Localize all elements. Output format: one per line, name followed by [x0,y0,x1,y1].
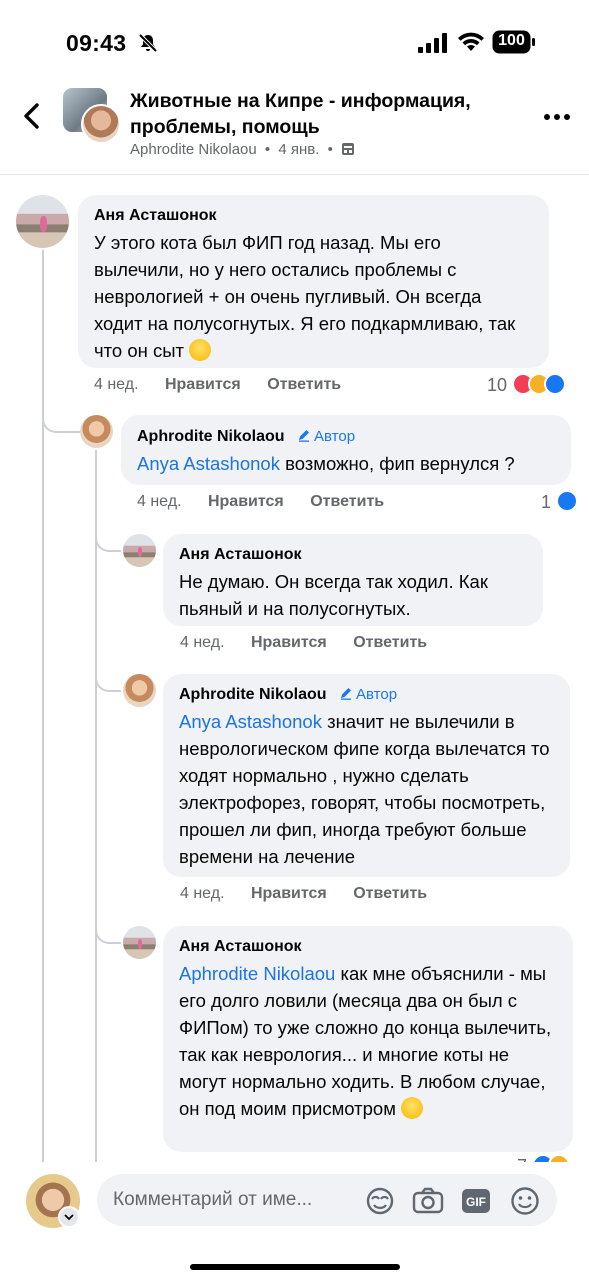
author-name[interactable]: Aphrodite Nikolaou [179,686,327,703]
reply-button[interactable]: Ответить [310,493,384,510]
comment-text: Aphrodite Nikolaou как мне объяснили - м… [179,960,559,1122]
avatar-sticker-icon[interactable] [363,1186,397,1216]
svg-text:GIF: GIF [466,1195,486,1209]
comment-text: У этого кота был ФИП год назад. Мы его в… [94,229,535,364]
like-button[interactable]: Нравится [165,376,241,393]
home-indicator [190,1264,400,1270]
author-badge: Автор [297,428,355,445]
comment-composer: Комментарий от име... GIF [0,1162,589,1280]
comment-time: 4 нед. [94,376,139,393]
reply-button[interactable]: Ответить [353,885,427,902]
bell-muted-icon [138,33,158,53]
mention-link[interactable]: Aphrodite Nikolaou [179,963,335,984]
author-badge-label: Автор [314,428,356,445]
reply-button[interactable]: Ответить [353,634,427,651]
reaction-count: 1 [541,492,552,512]
comment-text: Anya Astashonok возможно, фип вернулся ? [137,450,557,477]
comment-author: Aphrodite Nikolaou Автор [179,684,556,706]
thread-connector [95,920,121,944]
commenter-avatar[interactable] [16,195,69,248]
comment-author[interactable]: Аня Асташонок [94,205,535,227]
thread-connector [42,395,80,433]
comment-bubble: Aphrodite Nikolaou Автор Anya Astashonok… [163,674,570,877]
comment-body: значит не вылечили в неврологическом фип… [179,711,550,867]
smile-emoji-icon [401,1097,424,1119]
comment-input[interactable]: Комментарий от име... GIF [97,1174,557,1226]
comment-author[interactable]: Аня Асташонок [179,544,529,566]
comment-actions: 4 нед. Нравится Ответить [180,885,449,903]
thread-connector [95,530,121,552]
meta-separator: • [327,141,333,158]
comment-actions: 4 нед. Нравится Ответить [94,376,363,394]
comment-bubble: Аня Асташонок Не думаю. Он всегда так хо… [163,534,543,626]
comment-time: 4 нед. [180,634,225,651]
author-name[interactable]: Aphrodite Nikolaou [137,428,285,445]
comment-body: возможно, фип вернулся ? [279,453,515,474]
comment-bubble: Аня Асташонок У этого кота был ФИП год н… [78,195,549,368]
comment-text: Anya Astashonok значит не вылечили в нев… [179,708,556,870]
comment-body: как мне объяснили - мы его долго ловили … [179,963,552,1119]
smile-emoji-icon [189,339,212,361]
commenter-avatar[interactable] [123,926,156,959]
wifi-icon [458,32,484,51]
meta-separator: • [264,141,271,158]
group-audience-icon [342,143,355,155]
author-avatar [81,104,121,144]
status-bar: 09:43 100 [0,0,589,80]
author-badge-label: Автор [356,686,398,703]
group-title[interactable]: Животные на Кипре - информация, проблемы… [130,88,510,140]
comment-time: 4 нед. [180,885,225,902]
comment-author: Aphrodite Nikolaou Автор [137,426,557,448]
profile-switch[interactable] [58,1206,80,1228]
comment-input-placeholder: Комментарий от име... [113,1189,313,1210]
comment-time: 4 нед. [137,493,182,510]
chevron-down-icon [64,1214,74,1221]
battery-level: 100 [498,32,525,49]
comment-body: У этого кота был ФИП год назад. Мы его в… [94,232,516,361]
post-author[interactable]: Aphrodite Nikolaou [130,141,257,158]
like-button[interactable]: Нравится [251,885,327,902]
comment-bubble: Аня Асташонок Aphrodite Nikolaou как мне… [163,926,573,1152]
thread-connector [95,668,121,692]
camera-icon[interactable] [411,1186,445,1216]
comment-actions: 4 нед. Нравится Ответить [137,493,406,511]
mention-link[interactable]: Anya Astashonok [179,711,322,732]
gif-icon[interactable]: GIF [459,1186,493,1216]
reaction-summary[interactable]: 1 [541,490,579,513]
comment-text: Не думаю. Он всегда так ходил. Как пьяны… [179,571,488,619]
like-reaction-icon [544,373,567,395]
thread-line [42,250,44,1162]
emoji-icon[interactable] [508,1186,542,1216]
reaction-count: 10 [487,375,508,395]
like-button[interactable]: Нравится [208,493,284,510]
post-header: Животные на Кипре - информация, проблемы… [0,80,589,175]
pen-icon [299,430,310,442]
commenter-avatar[interactable] [80,415,113,448]
thread-line [95,450,97,1162]
pen-icon [341,688,352,700]
like-button[interactable]: Нравится [251,634,327,651]
battery-indicator: 100 [492,30,536,54]
mention-link[interactable]: Anya Astashonok [137,453,280,474]
signal-icon [418,33,447,53]
post-meta: Aphrodite Nikolaou • 4 янв. • [130,141,355,158]
comment-actions: 4 нед. Нравится Ответить [180,634,449,652]
group-avatar[interactable] [63,88,121,144]
post-date: 4 янв. [278,141,320,158]
author-badge: Автор [339,686,397,703]
reaction-summary[interactable]: 10 [487,373,567,396]
status-time: 09:43 [66,30,127,56]
more-icon[interactable] [543,113,571,121]
comment-author[interactable]: Аня Асташонок [179,936,559,958]
commenter-avatar[interactable] [123,674,156,707]
like-reaction-icon [556,490,579,512]
comment-bubble: Aphrodite Nikolaou Автор Anya Astashonok… [121,415,571,485]
commenter-avatar[interactable] [123,534,156,567]
reply-button[interactable]: Ответить [267,376,341,393]
chevron-left-icon[interactable] [20,102,44,130]
